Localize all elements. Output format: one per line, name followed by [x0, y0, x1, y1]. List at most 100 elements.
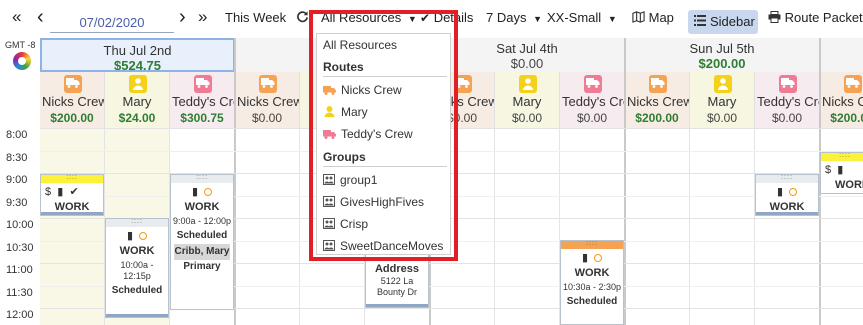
- resource-header[interactable]: Teddy's Crew $300.75: [170, 72, 235, 128]
- resource-header[interactable]: Nicks Crew $200.00: [625, 72, 690, 128]
- day-total: $524.75: [114, 58, 161, 72]
- truck-icon: [584, 75, 602, 93]
- drag-handle[interactable]: ::::: [821, 153, 863, 161]
- resource-header[interactable]: Nicks Crew $200.00: [40, 72, 105, 128]
- document-icon: ▮: [837, 164, 844, 176]
- time-label: 10:00: [6, 219, 34, 231]
- event-card[interactable]: :::: ▮ WORK 10:00a - 12:15p Scheduled: [105, 218, 169, 318]
- resource-header[interactable]: Teddy's Crew $0.00: [560, 72, 625, 128]
- drag-handle[interactable]: ::::: [41, 175, 103, 183]
- document-icon: ▮: [776, 186, 784, 198]
- resource-amount: $200.00: [50, 111, 94, 125]
- day-header[interactable]: [820, 38, 863, 72]
- resource-column[interactable]: [755, 128, 820, 325]
- time-label: 12:00: [6, 309, 34, 321]
- event-card[interactable]: :::: ▮ WORK: [755, 174, 819, 216]
- first-page-button[interactable]: «: [12, 7, 21, 27]
- event-status: Scheduled: [111, 285, 163, 296]
- card-bottom-bar: [106, 314, 168, 317]
- size-dropdown-label: XX-Small: [547, 10, 602, 25]
- resource-header[interactable]: Mary $24.00: [105, 72, 170, 128]
- event-card[interactable]: :::: $ ▮ WORK: [820, 152, 863, 194]
- resource-amount: $200.00: [830, 111, 863, 125]
- resource-column[interactable]: [495, 128, 560, 325]
- event-title: WORK: [184, 201, 220, 213]
- resource-header[interactable]: Teddy's Crew $0.00: [755, 72, 820, 128]
- caret-down-icon: ▼: [607, 14, 617, 24]
- card-icons: ▮: [756, 183, 818, 199]
- document-icon: ▮: [126, 230, 134, 242]
- check-icon: ✔: [69, 186, 79, 198]
- resource-header[interactable]: Nicks Crew $200.00: [820, 72, 863, 128]
- resource-amount: $0.00: [251, 111, 283, 125]
- person-icon: [519, 75, 537, 93]
- day-total: $0.00: [510, 56, 544, 71]
- resource-header[interactable]: Mary $0.00: [690, 72, 755, 128]
- day-header[interactable]: Thu Jul 2nd $524.75: [40, 38, 235, 72]
- caret-down-icon: ▼: [533, 14, 543, 24]
- day-header[interactable]: Sun Jul 5th $200.00: [625, 38, 820, 72]
- resource-header[interactable]: Nicks Crew $0.00: [235, 72, 300, 128]
- resource-column[interactable]: [625, 128, 690, 325]
- dollar-icon: $: [45, 186, 52, 198]
- event-time: 10:00a - 12:15p: [120, 260, 154, 281]
- next-button[interactable]: ›: [179, 6, 186, 29]
- document-icon: ▮: [57, 186, 64, 198]
- truck-icon: [259, 75, 277, 93]
- last-page-button[interactable]: »: [198, 7, 207, 27]
- this-week-button[interactable]: This Week: [225, 10, 286, 25]
- truck-icon: [64, 75, 82, 93]
- day-divider: [234, 38, 236, 325]
- resource-column[interactable]: [40, 128, 105, 325]
- resource-column[interactable]: [690, 128, 755, 325]
- drag-handle[interactable]: ::::: [171, 175, 233, 183]
- event-card[interactable]: :::: ▮ WORK 9:00a - 12:00p Scheduled Cri…: [170, 174, 234, 310]
- days-dropdown[interactable]: 7 Days ▼: [486, 10, 542, 25]
- event-title: WORK: [119, 245, 155, 257]
- sidebar-label: Sidebar: [710, 14, 755, 29]
- resource-name: Nicks Crew: [822, 94, 863, 109]
- day-header[interactable]: Sat Jul 4th $0.00: [430, 38, 625, 72]
- document-icon: ▮: [581, 252, 589, 264]
- event-title: Address: [374, 263, 420, 275]
- card-icons: $ ▮ ✔: [41, 183, 103, 199]
- event-card[interactable]: Address 5122 La Bounty Dr: [365, 254, 429, 308]
- truck-icon: [844, 75, 862, 93]
- time-label: 10:30: [6, 241, 34, 254]
- route-packet-button[interactable]: Route Packet: [768, 10, 863, 25]
- truck-icon: [194, 75, 212, 93]
- drag-handle[interactable]: ::::: [561, 241, 623, 249]
- event-title: WORK: [574, 267, 610, 279]
- assignee-tag: Cribb, Mary: [174, 244, 230, 260]
- list-icon: [694, 14, 706, 29]
- resource-column[interactable]: [235, 128, 300, 325]
- card-bottom-bar: [41, 212, 103, 215]
- day-name: Sat Jul 4th: [496, 41, 558, 56]
- scheduler-app: « ‹ › » This Week All Resources ▼ ✔ Deta…: [0, 0, 863, 325]
- time-label: 9:30: [6, 196, 28, 209]
- drag-handle[interactable]: ::::: [106, 219, 168, 227]
- resource-header[interactable]: Mary $0.00: [495, 72, 560, 128]
- sidebar-button[interactable]: Sidebar: [688, 10, 758, 34]
- resource-name: Teddy's Crew: [172, 94, 234, 109]
- map-button[interactable]: Map: [632, 10, 674, 25]
- event-address: 5122 La Bounty Dr: [376, 276, 418, 297]
- size-dropdown[interactable]: XX-Small ▼: [547, 10, 617, 25]
- card-bottom-bar: [756, 212, 818, 215]
- prev-button[interactable]: ‹: [37, 6, 44, 29]
- resource-amount: $0.00: [576, 111, 608, 125]
- color-wheel-icon[interactable]: [13, 52, 31, 70]
- date-input[interactable]: [50, 13, 174, 33]
- refresh-icon[interactable]: [296, 10, 309, 26]
- event-card[interactable]: :::: $ ▮ ✔ WORK: [40, 174, 104, 216]
- resource-amount: $0.00: [706, 111, 738, 125]
- card-icons: ▮: [106, 227, 168, 243]
- resource-amount: $0.00: [511, 111, 543, 125]
- day-name: Thu Jul 2nd: [103, 43, 172, 58]
- event-card[interactable]: :::: ▮ WORK 10:30a - 2:30p Scheduled: [560, 240, 624, 325]
- card-icons: $ ▮: [821, 161, 863, 177]
- person-icon: [129, 75, 147, 93]
- drag-handle[interactable]: ::::: [756, 175, 818, 183]
- document-icon: ▮: [191, 186, 199, 198]
- resource-name: Teddy's Crew: [757, 94, 819, 109]
